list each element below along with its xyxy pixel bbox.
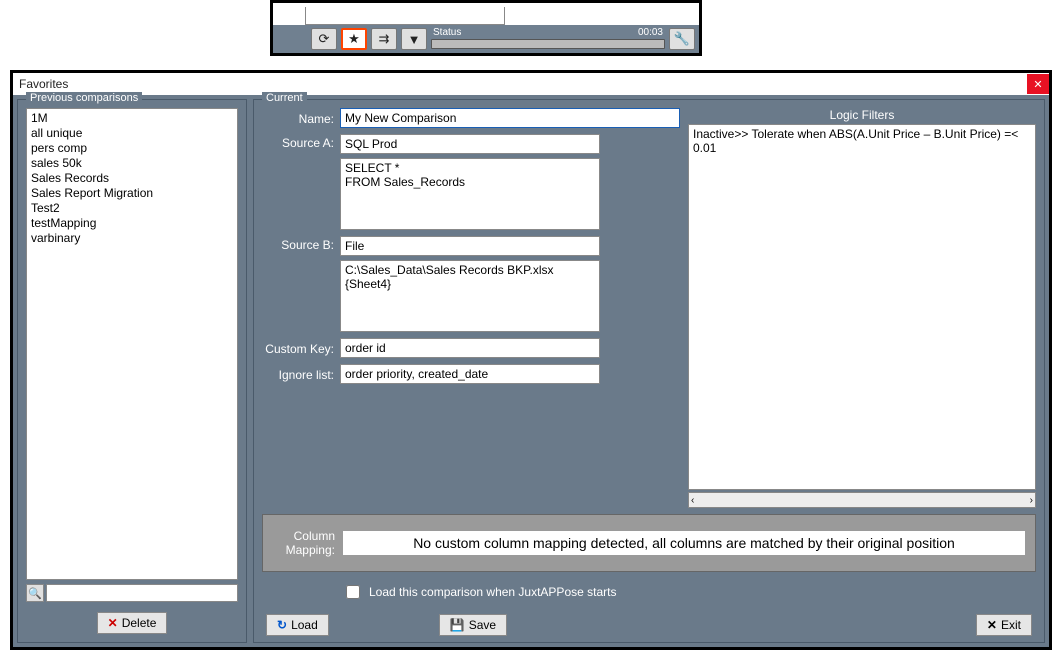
load-icon: ↻: [277, 618, 287, 632]
filter-button[interactable]: ▼: [401, 28, 427, 50]
status-progressbar: [431, 39, 665, 49]
logic-filters-header: Logic Filters: [688, 108, 1036, 124]
name-label: Name:: [262, 110, 334, 126]
favorites-button[interactable]: ★: [341, 28, 367, 50]
source-a-query[interactable]: SELECT * FROM Sales_Records: [340, 158, 600, 230]
custom-key-label: Custom Key:: [262, 340, 334, 356]
refresh-button[interactable]: ⟳: [311, 28, 337, 50]
top-toolbar: ⟳ ★ ⇉ ▼ Status 00:03 🔧: [270, 0, 702, 56]
list-item[interactable]: Sales Report Migration: [31, 186, 233, 201]
scroll-right-icon[interactable]: ›: [1030, 495, 1033, 506]
save-icon: 💾: [450, 618, 465, 632]
list-item[interactable]: all unique: [31, 126, 233, 141]
list-item[interactable]: Sales Records: [31, 171, 233, 186]
ignore-list-input[interactable]: [340, 364, 600, 384]
list-item[interactable]: sales 50k: [31, 156, 233, 171]
close-button[interactable]: ✕: [1027, 74, 1049, 94]
ignore-list-label: Ignore list:: [262, 366, 334, 382]
exit-icon: ✕: [987, 618, 997, 632]
custom-key-input[interactable]: [340, 338, 600, 358]
list-item[interactable]: varbinary: [31, 231, 233, 246]
source-a-conn[interactable]: [340, 134, 600, 154]
list-item[interactable]: Test2: [31, 201, 233, 216]
current-group-title: Current: [262, 92, 307, 104]
column-mapping-text: No custom column mapping detected, all c…: [343, 531, 1025, 555]
scroll-left-icon[interactable]: ‹: [691, 495, 694, 506]
map-button[interactable]: ⇉: [371, 28, 397, 50]
dialog-title: Favorites: [19, 77, 68, 91]
partial-panel: [305, 7, 505, 25]
titlebar: Favorites ✕: [13, 73, 1049, 95]
delete-label: Delete: [122, 616, 157, 630]
status-time: 00:03: [638, 27, 663, 39]
favorites-dialog: Favorites ✕ Previous comparisons 1Mall u…: [10, 70, 1052, 650]
save-button[interactable]: 💾 Save: [439, 614, 507, 636]
exit-button[interactable]: ✕ Exit: [976, 614, 1032, 636]
search-icon[interactable]: 🔍: [26, 584, 44, 602]
status-area: Status 00:03: [431, 27, 665, 51]
search-input[interactable]: [46, 584, 238, 602]
source-b-path[interactable]: C:\Sales_Data\Sales Records BKP.xlsx {Sh…: [340, 260, 600, 332]
exit-label: Exit: [1001, 618, 1021, 632]
previous-group-title: Previous comparisons: [26, 92, 142, 104]
name-input[interactable]: [340, 108, 680, 128]
column-mapping-label: Column Mapping:: [273, 529, 335, 557]
load-button[interactable]: ↻ Load: [266, 614, 329, 636]
delete-icon: ✕: [108, 616, 118, 630]
status-label: Status: [433, 27, 461, 39]
delete-button[interactable]: ✕ Delete: [97, 612, 168, 634]
load-on-start-label: Load this comparison when JuxtAPPose sta…: [369, 585, 616, 599]
list-item[interactable]: testMapping: [31, 216, 233, 231]
settings-button[interactable]: 🔧: [669, 28, 695, 50]
load-label: Load: [291, 618, 318, 632]
previous-list[interactable]: 1Mall uniquepers compsales 50kSales Reco…: [26, 108, 238, 580]
source-b-label: Source B:: [262, 236, 334, 252]
column-mapping-panel: Column Mapping: No custom column mapping…: [262, 514, 1036, 572]
logic-scrollbar[interactable]: ‹ ›: [688, 492, 1036, 508]
load-on-start-checkbox[interactable]: [346, 585, 360, 599]
save-label: Save: [469, 618, 496, 632]
current-group: Current Name: Source A: SELECT * FROM Sa…: [253, 99, 1045, 643]
source-a-label: Source A:: [262, 134, 334, 150]
previous-comparisons-group: Previous comparisons 1Mall uniquepers co…: [17, 99, 247, 643]
source-b-conn[interactable]: [340, 236, 600, 256]
list-item[interactable]: 1M: [31, 111, 233, 126]
logic-filters-box[interactable]: Inactive>> Tolerate when ABS(A.Unit Pric…: [688, 124, 1036, 490]
list-item[interactable]: pers comp: [31, 141, 233, 156]
